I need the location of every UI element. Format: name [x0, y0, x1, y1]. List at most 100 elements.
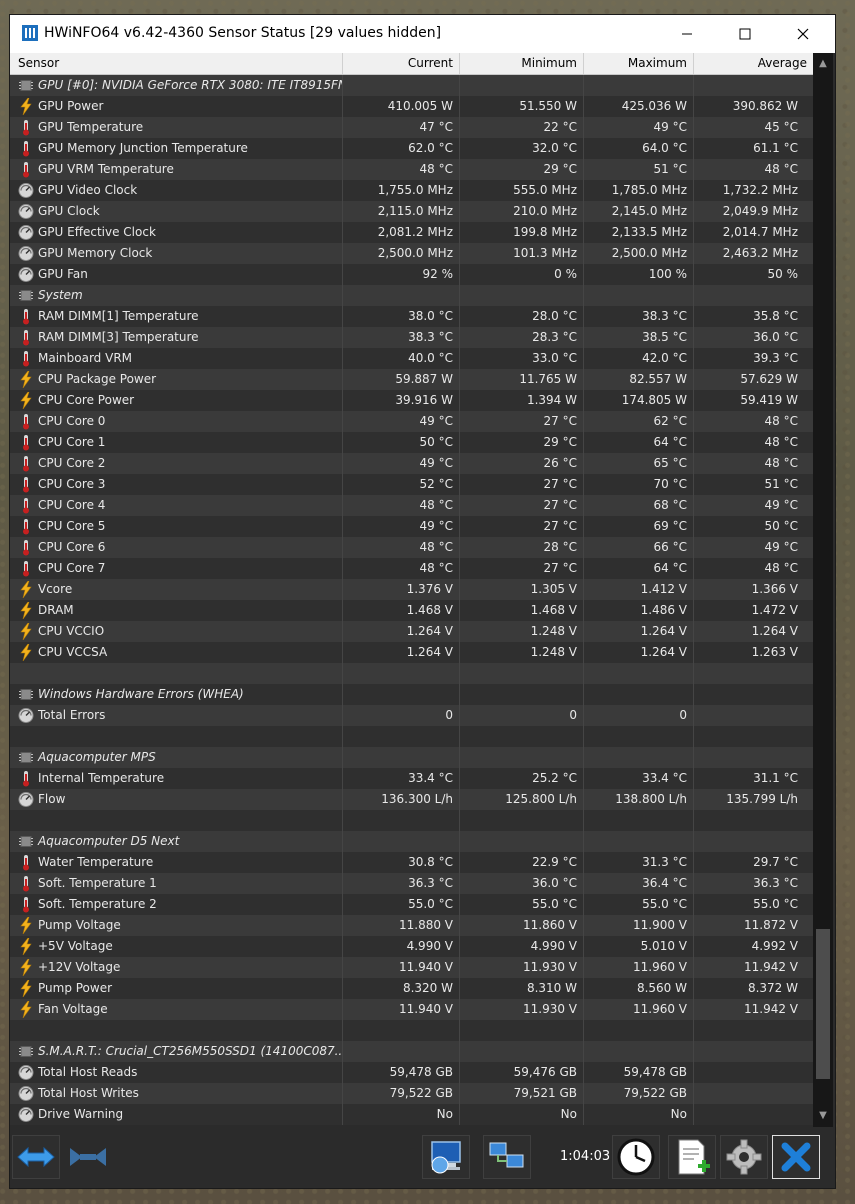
reset-clock-button[interactable] [612, 1135, 660, 1179]
sensor-group-row[interactable]: Aquacomputer MPS [10, 747, 813, 768]
sensor-row[interactable]: Soft. Temperature 2 55.0 °C 55.0 °C 55.0 °C… [10, 894, 813, 915]
sensor-table[interactable]: Sensor Current Minimum Maximum Average G… [10, 53, 835, 1127]
sensor-row[interactable]: Pump Voltage 11.880 V 11.860 V 11.900 V 11.8… [10, 915, 813, 936]
sensor-row[interactable]: RAM DIMM[3] Temperature 38.3 °C 28.3 °C 38.… [10, 327, 813, 348]
network-button[interactable] [483, 1135, 531, 1179]
average-value: 1.263 V [751, 645, 798, 659]
sensor-row[interactable]: DRAM 1.468 V 1.468 V 1.486 V 1.472 V [10, 600, 813, 621]
logging-button[interactable] [668, 1135, 716, 1179]
sensor-row[interactable]: Mainboard VRM 40.0 °C 33.0 °C 42.0 °C 39.3 °… [10, 348, 813, 369]
sensor-row[interactable]: CPU Core 7 48 °C 27 °C 64 °C 48 °C [10, 558, 813, 579]
title-bar[interactable]: HWiNFO64 v6.42-4360 Sensor Status [29 va… [10, 15, 835, 53]
blank-row [10, 810, 813, 831]
sensor-group-row[interactable]: S.M.A.R.T.: Crucial_CT256M550SSD1 (14100… [10, 1041, 813, 1062]
current-value: 1.468 V [343, 600, 460, 621]
minimum-value: 1.394 W [460, 390, 584, 411]
current-value [343, 684, 460, 705]
sensor-row[interactable]: Total Errors 0 0 0 [10, 705, 813, 726]
lightning-icon [18, 622, 34, 641]
sensor-row[interactable]: Total Host Reads 59,478 GB 59,476 GB 59,478… [10, 1062, 813, 1083]
close-sensors-button[interactable] [772, 1135, 820, 1179]
current-value: 1.376 V [343, 579, 460, 600]
sensor-row[interactable]: Soft. Temperature 1 36.3 °C 36.0 °C 36.4 °C… [10, 873, 813, 894]
sensor-row[interactable]: CPU Core 1 50 °C 29 °C 64 °C 48 °C [10, 432, 813, 453]
maximum-value: 100 % [584, 264, 694, 285]
sensor-row[interactable]: GPU Fan 92 % 0 % 100 % 50 % [10, 264, 813, 285]
sensor-row[interactable]: Total Host Writes 79,522 GB 79,521 GB 79,52… [10, 1083, 813, 1104]
column-header-average[interactable]: Average [694, 53, 813, 74]
sensor-row[interactable]: Fan Voltage 11.940 V 11.930 V 11.960 V 11.94… [10, 999, 813, 1020]
sensor-row[interactable]: GPU VRM Temperature 48 °C 29 °C 51 °C 48 °C [10, 159, 813, 180]
scroll-up-arrow-icon[interactable]: ▲ [813, 55, 833, 73]
current-value: 47 °C [343, 117, 460, 138]
sensor-row[interactable]: GPU Temperature 47 °C 22 °C 49 °C 45 °C [10, 117, 813, 138]
column-header-current[interactable]: Current [343, 53, 460, 74]
current-value [343, 726, 460, 747]
thermometer-icon [18, 119, 34, 136]
minimize-button[interactable] [658, 15, 716, 53]
sensor-row[interactable]: GPU Memory Junction Temperature 62.0 °C 32… [10, 138, 813, 159]
collapse-columns-button[interactable] [64, 1135, 112, 1179]
sensor-row[interactable]: CPU Core 4 48 °C 27 °C 68 °C 49 °C [10, 495, 813, 516]
gauge-icon [18, 245, 34, 262]
column-header-minimum[interactable]: Minimum [460, 53, 584, 74]
sensor-name-cell: CPU Core Power [10, 390, 343, 411]
sensor-row[interactable]: CPU Core 6 48 °C 28 °C 66 °C 49 °C [10, 537, 813, 558]
column-header-maximum[interactable]: Maximum [584, 53, 694, 74]
sensor-row[interactable]: CPU Core 2 49 °C 26 °C 65 °C 48 °C [10, 453, 813, 474]
sensor-group-row[interactable]: System [10, 285, 813, 306]
sensor-row[interactable]: CPU VCCIO 1.264 V 1.248 V 1.264 V 1.264 V [10, 621, 813, 642]
column-header-sensor[interactable]: Sensor [10, 53, 343, 74]
scroll-down-arrow-icon[interactable]: ▼ [813, 1107, 833, 1125]
sensor-row[interactable]: CPU Package Power 59.887 W 11.765 W 82.557 … [10, 369, 813, 390]
sensor-group-row[interactable]: Aquacomputer D5 Next [10, 831, 813, 852]
sensor-group-label: S.M.A.R.T.: Crucial_CT256M550SSD1 (14100… [38, 1044, 343, 1058]
sensor-row[interactable]: GPU Power 410.005 W 51.550 W 425.036 W 390.8… [10, 96, 813, 117]
current-value: 2,500.0 MHz [343, 243, 460, 264]
sensor-group-row[interactable]: Windows Hardware Errors (WHEA) [10, 684, 813, 705]
sensor-name-cell: GPU Video Clock [10, 180, 343, 201]
sensor-row[interactable]: GPU Clock 2,115.0 MHz 210.0 MHz 2,145.0 MHz… [10, 201, 813, 222]
vertical-scrollbar[interactable]: ▲ ▼ [813, 53, 833, 1127]
maximize-button[interactable] [716, 15, 774, 53]
sensor-name-cell: Pump Power [10, 978, 343, 999]
sensor-row[interactable]: GPU Video Clock 1,755.0 MHz 555.0 MHz 1,785… [10, 180, 813, 201]
sensor-label: GPU Effective Clock [38, 225, 156, 239]
average-value: 48 °C [764, 456, 798, 470]
sensor-row[interactable]: Drive Warning No No No [10, 1104, 813, 1125]
sensor-name-cell: GPU Temperature [10, 117, 343, 138]
sensor-row[interactable]: CPU Core Power 39.916 W 1.394 W 174.805 W 59… [10, 390, 813, 411]
sensor-row[interactable]: +12V Voltage 11.940 V 11.930 V 11.960 V 11.9… [10, 957, 813, 978]
scrollbar-thumb[interactable] [816, 929, 830, 1079]
report-button[interactable] [422, 1135, 470, 1179]
sensor-name-cell: CPU Core 4 [10, 495, 343, 516]
add-log-file-icon [678, 1139, 710, 1175]
sensor-row[interactable]: GPU Memory Clock 2,500.0 MHz 101.3 MHz 2,50… [10, 243, 813, 264]
sensor-name-cell: GPU Effective Clock [10, 222, 343, 243]
sensor-label: +5V Voltage [38, 939, 113, 953]
sensor-row[interactable]: Water Temperature 30.8 °C 22.9 °C 31.3 °C 29… [10, 852, 813, 873]
thermometer-icon [18, 140, 34, 157]
settings-button[interactable] [720, 1135, 768, 1179]
close-window-button[interactable] [774, 15, 832, 53]
maximum-value: 65 °C [584, 453, 694, 474]
sensor-row[interactable]: GPU Effective Clock 2,081.2 MHz 199.8 MHz 2… [10, 222, 813, 243]
expand-columns-button[interactable] [12, 1135, 60, 1179]
blank-row [10, 1020, 813, 1041]
sensor-row[interactable]: RAM DIMM[1] Temperature 38.0 °C 28.0 °C 38.… [10, 306, 813, 327]
sensor-row[interactable]: CPU Core 5 49 °C 27 °C 69 °C 50 °C [10, 516, 813, 537]
sensor-name-cell: CPU Core 6 [10, 537, 343, 558]
sensor-row[interactable]: CPU VCCSA 1.264 V 1.248 V 1.264 V 1.263 V [10, 642, 813, 663]
average-value: 11.872 V [743, 918, 798, 932]
sensor-row[interactable]: Vcore 1.376 V 1.305 V 1.412 V 1.366 V [10, 579, 813, 600]
lightning-icon [18, 370, 34, 389]
sensor-row[interactable]: Internal Temperature 33.4 °C 25.2 °C 33.4 °… [10, 768, 813, 789]
sensor-row[interactable]: CPU Core 0 49 °C 27 °C 62 °C 48 °C [10, 411, 813, 432]
average-value: 50 % [767, 267, 799, 281]
sensor-row[interactable]: Flow 136.300 L/h 125.800 L/h 138.800 L/h 135… [10, 789, 813, 810]
sensor-group-row[interactable]: GPU [#0]: NVIDIA GeForce RTX 3080: ITE I… [10, 75, 813, 96]
sensor-row[interactable]: Pump Power 8.320 W 8.310 W 8.560 W 8.372 W [10, 978, 813, 999]
sensor-row[interactable]: +5V Voltage 4.990 V 4.990 V 5.010 V 4.992 V [10, 936, 813, 957]
sensor-name-cell: DRAM [10, 600, 343, 621]
sensor-row[interactable]: CPU Core 3 52 °C 27 °C 70 °C 51 °C [10, 474, 813, 495]
